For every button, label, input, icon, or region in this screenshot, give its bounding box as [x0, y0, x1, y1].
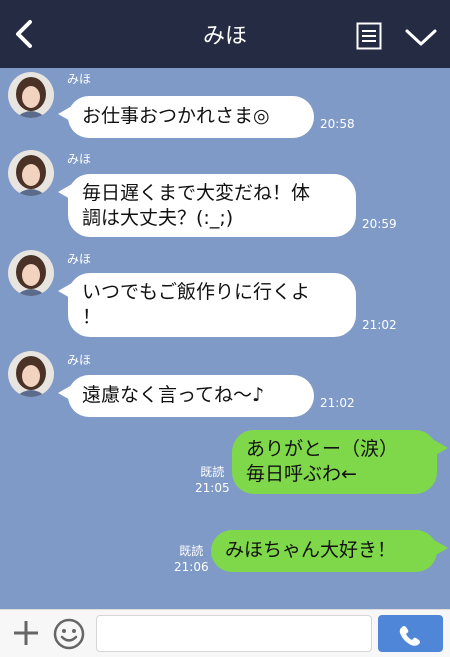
message-text: 毎日遅くまで大変だね！体 [82, 182, 311, 204]
message-time: 21:02 [320, 396, 355, 410]
chevron-down-icon[interactable] [404, 28, 438, 48]
avatar[interactable] [8, 72, 54, 118]
message-bubble[interactable]: みほちゃん大好き！ [211, 530, 448, 572]
message-time: 20:59 [362, 217, 397, 231]
sender-name: みほ [67, 152, 92, 166]
plus-icon[interactable] [11, 618, 41, 648]
message-time: 21:05 [195, 481, 230, 495]
message-input[interactable] [96, 615, 372, 652]
avatar[interactable] [8, 150, 54, 196]
message-bubble[interactable]: お仕事おつかれさま◎ [58, 96, 314, 138]
phone-icon [399, 626, 420, 646]
message-text: いつでもご飯作りに行くよ [82, 281, 311, 303]
read-receipt: 既読 21:06 [174, 543, 209, 575]
message-composer [0, 609, 450, 657]
avatar-photo [8, 150, 54, 196]
sender-name: みほ [67, 252, 92, 266]
message-time: 21:02 [362, 318, 397, 332]
call-button[interactable] [378, 615, 443, 652]
smile-icon[interactable] [52, 617, 86, 651]
avatar[interactable] [8, 250, 54, 296]
message-list[interactable]: みほ お仕事おつかれさま◎ 20:58 みほ 毎日遅くまで大変だね！体 調は大丈… [0, 68, 450, 609]
message-bubble[interactable]: いつでもご飯作りに行くよ ！ [58, 273, 356, 337]
message-bubble[interactable]: 毎日遅くまで大変だね！体 調は大丈夫？(:_;) [58, 174, 356, 237]
read-status: 既読 [179, 544, 204, 558]
message-text: 遠慮なく言ってね〜♪ [82, 384, 265, 406]
avatar-photo [8, 72, 54, 118]
message-bubble[interactable]: 遠慮なく言ってね〜♪ [58, 375, 314, 417]
message-time: 21:06 [174, 560, 209, 574]
avatar-photo [8, 351, 54, 397]
message-text: ありがとー（涙） [246, 438, 399, 460]
message-text: 調は大丈夫？(:_;) [82, 207, 234, 229]
message-text: ！ [82, 306, 102, 328]
message-bubble[interactable]: ありがとー（涙） 毎日呼ぶわ← [232, 430, 448, 494]
avatar-photo [8, 250, 54, 296]
sender-name: みほ [67, 353, 92, 367]
read-receipt: 既読 21:05 [195, 464, 230, 496]
note-icon[interactable] [356, 22, 382, 50]
message-text: みほちゃん大好き！ [225, 539, 397, 561]
chat-header: みほ [0, 0, 450, 68]
message-text: お仕事おつかれさま◎ [82, 105, 270, 127]
sender-name: みほ [67, 72, 92, 86]
message-text: 毎日呼ぶわ← [246, 463, 357, 485]
avatar[interactable] [8, 351, 54, 397]
message-time: 20:58 [320, 117, 355, 131]
chat-title: みほ [202, 24, 247, 49]
read-status: 既読 [200, 465, 225, 479]
